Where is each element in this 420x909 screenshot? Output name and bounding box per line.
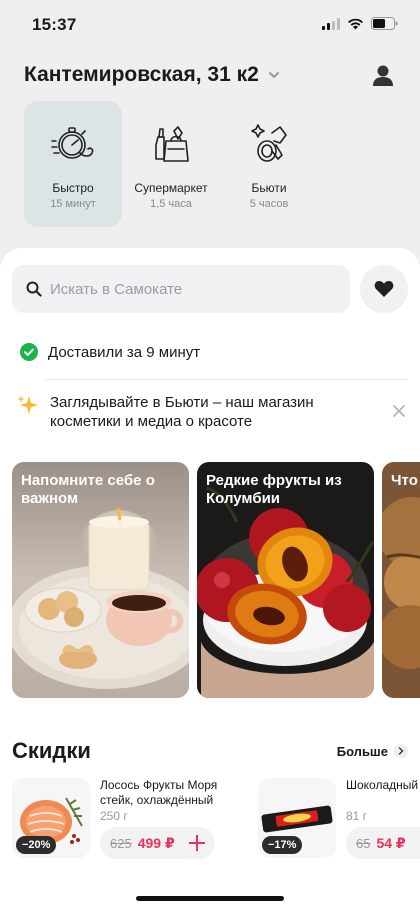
old-price: 65 bbox=[356, 835, 371, 851]
new-price: 54 ₽ bbox=[376, 834, 406, 851]
add-to-cart-button[interactable]: 625 499 ₽ bbox=[100, 827, 215, 859]
search-box[interactable] bbox=[12, 265, 350, 313]
home-indicator bbox=[136, 896, 284, 901]
main-sheet: Доставили за 9 минут Заглядывайте в Бьют… bbox=[0, 248, 420, 909]
service-name: Супермаркет bbox=[134, 181, 208, 195]
product-name: Шоколадный Mars max bbox=[346, 778, 420, 792]
divider bbox=[45, 379, 408, 380]
service-time: 1,5 часа bbox=[150, 198, 192, 210]
story-card[interactable]: Редкие фрукты из Колумбии bbox=[197, 462, 374, 698]
add-to-cart-button[interactable]: 65 54 ₽ bbox=[346, 827, 420, 859]
service-name: Быстро bbox=[52, 181, 94, 195]
heart-icon bbox=[374, 281, 394, 297]
product-weight: 81 г bbox=[346, 809, 368, 823]
grocery-bag-icon bbox=[155, 126, 189, 162]
story-title: Напомните себе о важном bbox=[21, 472, 155, 507]
more-link[interactable]: Больше bbox=[337, 744, 408, 759]
service-time: 15 минут bbox=[50, 198, 96, 210]
product-name: Лосось Фрукты Моря стейк, охлаждённый bbox=[100, 778, 218, 807]
product-weight: 250 г bbox=[100, 809, 128, 823]
wifi-icon bbox=[348, 18, 363, 29]
story-card[interactable]: Что наш bbox=[382, 462, 420, 698]
section-title: Скидки bbox=[12, 738, 91, 763]
search-row bbox=[12, 265, 408, 313]
discount-badge: −20% bbox=[16, 836, 57, 854]
profile-icon[interactable] bbox=[370, 62, 396, 88]
product-card[interactable]: −20% Лосось Фрукты Моря стейк, охлаждённ… bbox=[12, 778, 258, 862]
address-header[interactable]: Кантемировская, 31 к2 bbox=[24, 58, 396, 92]
plus-icon bbox=[188, 835, 205, 851]
promo-text: Заглядывайте в Бьюти – наш магазин косме… bbox=[50, 394, 314, 430]
sparkles-icon bbox=[17, 395, 38, 414]
chevron-down-icon[interactable] bbox=[267, 68, 281, 82]
discount-badge: −17% bbox=[262, 836, 303, 854]
promo-banner[interactable]: Заглядывайте в Бьюти – наш магазин косме… bbox=[16, 393, 406, 437]
stopwatch-icon bbox=[51, 127, 94, 159]
more-link-label: Больше bbox=[336, 743, 388, 759]
service-tile-supermarket[interactable]: Супермаркет 1,5 часа bbox=[122, 101, 220, 227]
status-time: 15:37 bbox=[32, 15, 77, 34]
service-tile-fast[interactable]: Быстро 15 минут bbox=[24, 101, 122, 227]
search-icon bbox=[26, 281, 42, 297]
checkmark-circle-icon bbox=[20, 343, 38, 361]
search-input[interactable] bbox=[50, 280, 310, 298]
old-price: 625 bbox=[110, 835, 132, 851]
cellular-signal-icon bbox=[322, 17, 340, 30]
cosmetics-icon bbox=[251, 124, 287, 162]
service-selector: Быстро 15 минут Супермаркет 1,5 часа Бью… bbox=[24, 101, 318, 227]
service-time: 5 часов bbox=[249, 198, 289, 210]
status-bar: 15:37 bbox=[0, 0, 420, 50]
new-price: 499 ₽ bbox=[137, 834, 175, 851]
delivery-status: Доставили за 9 минут bbox=[20, 343, 200, 361]
delivery-address[interactable]: Кантемировская, 31 к2 bbox=[24, 63, 259, 87]
story-title: Редкие фрукты из Колумбии bbox=[206, 472, 342, 507]
service-name: Бьюти bbox=[251, 181, 287, 195]
pastries-photo bbox=[382, 462, 420, 698]
stories-carousel: Напомните себе о важном Редкие фрукты из… bbox=[12, 462, 420, 698]
battery-icon bbox=[371, 17, 398, 30]
service-tile-beauty[interactable]: Бьюти 5 часов bbox=[220, 101, 318, 227]
story-title: Что наш bbox=[391, 472, 420, 489]
close-icon[interactable] bbox=[392, 404, 406, 418]
product-image[interactable]: −17% bbox=[258, 778, 336, 858]
product-card[interactable]: −17% Шоколадный Mars max 81 г 65 54 ₽ bbox=[258, 778, 420, 862]
status-icons bbox=[322, 17, 398, 30]
delivery-status-text: Доставили за 9 минут bbox=[48, 343, 201, 361]
chevron-right-icon bbox=[394, 744, 408, 758]
discounts-header: Скидки Больше bbox=[12, 736, 408, 766]
story-card[interactable]: Напомните себе о важном bbox=[12, 462, 189, 698]
product-image[interactable]: −20% bbox=[12, 778, 90, 858]
discount-products: −20% Лосось Фрукты Моря стейк, охлаждённ… bbox=[12, 778, 420, 862]
favorites-button[interactable] bbox=[360, 265, 408, 313]
